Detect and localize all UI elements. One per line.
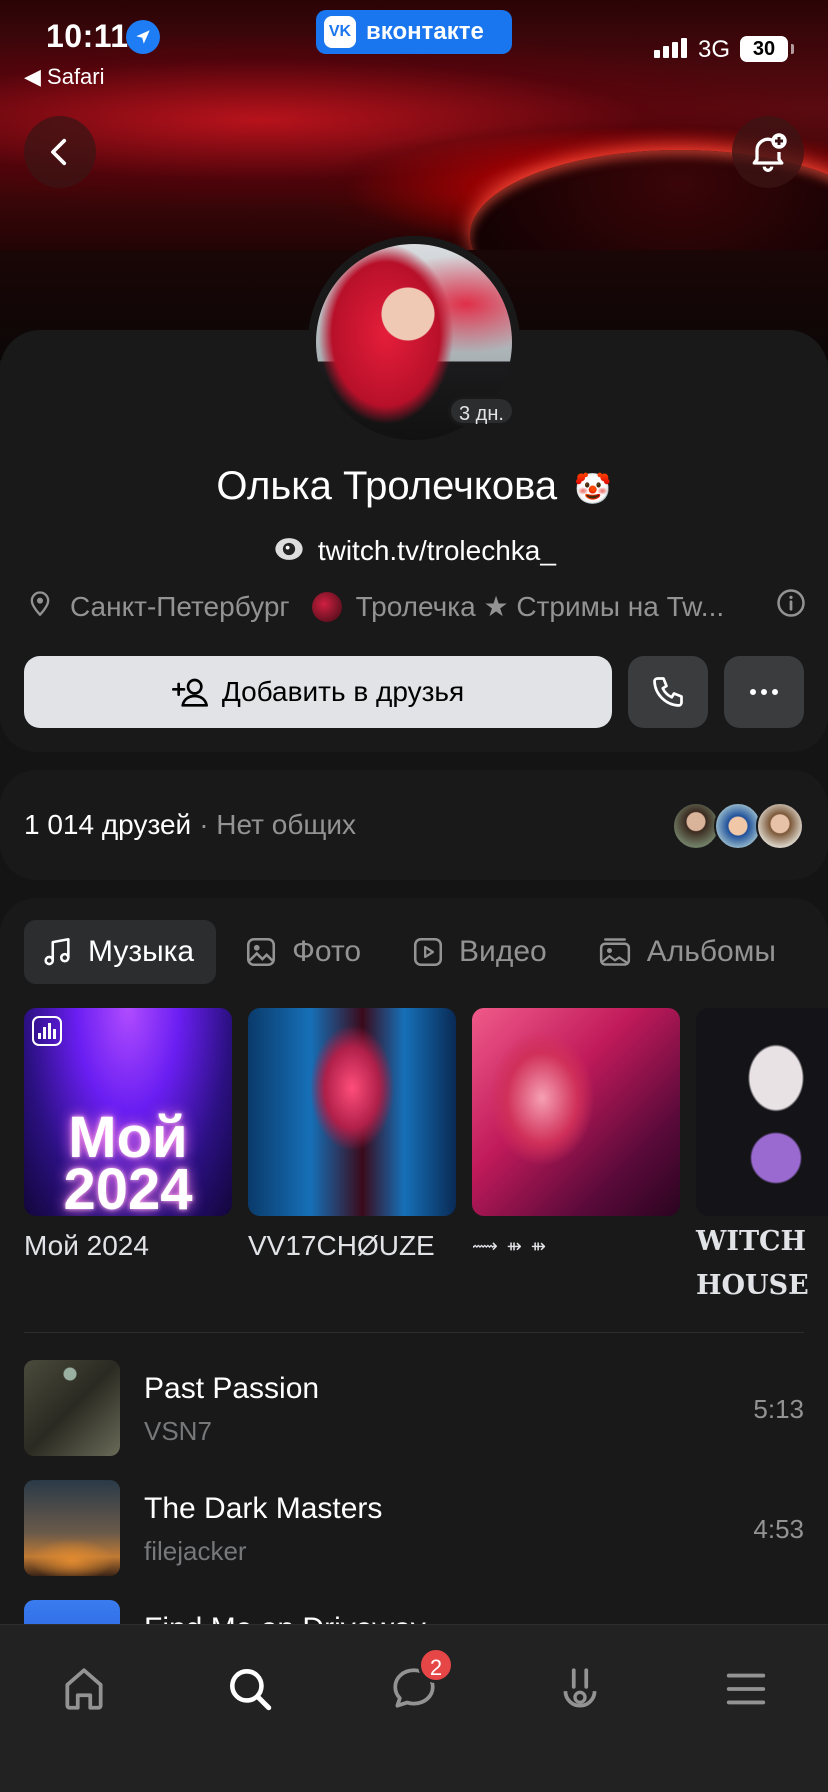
tab-photo[interactable]: Фото: [228, 920, 383, 984]
equalizer-icon: [32, 1016, 62, 1046]
track-artist[interactable]: filejacker: [144, 1536, 247, 1567]
track-artist[interactable]: VSN7: [144, 1416, 212, 1447]
add-user-icon: [171, 678, 208, 707]
divider: [24, 1332, 804, 1333]
tab-messages[interactable]: 2: [374, 1647, 454, 1729]
albums-icon: [599, 938, 630, 966]
hamburger-menu-icon: [726, 1673, 766, 1705]
tab-albums-label: Альбомы: [646, 935, 776, 968]
chevron-left-icon: [51, 138, 67, 166]
add-friend-label: Добавить в друзья: [221, 676, 465, 707]
location-arrow-icon: [126, 20, 160, 54]
vk-logo-icon: VK: [324, 16, 356, 48]
avatar: [714, 802, 762, 850]
music-note-icon: [44, 937, 70, 966]
bell-plus-icon: [752, 133, 787, 172]
more-dots-icon: [750, 689, 778, 695]
playlist-title: Мой 2024: [24, 1230, 149, 1261]
back-button[interactable]: [24, 116, 96, 188]
media-tabs: Музыка Фото Видео Альбомы: [24, 920, 798, 984]
avatar: [672, 802, 720, 850]
info-icon[interactable]: [776, 588, 806, 625]
tab-photo-label: Фото: [292, 935, 362, 968]
tab-music-label: Музыка: [88, 935, 195, 968]
media-card: Музыка Фото Видео Альбомы Мой 2024 Мой 2…: [0, 898, 828, 1658]
profile-city[interactable]: Санкт-Петербург: [70, 591, 290, 623]
friends-count: 1 014 друзей: [24, 809, 192, 840]
playlist-card[interactable]: WITCH HOUSE: [696, 1008, 828, 1308]
avatar: [756, 802, 804, 850]
clips-icon: [563, 1668, 597, 1708]
track-title: Past Passion: [144, 1372, 320, 1405]
location-pin-icon: [26, 588, 54, 625]
profile-group[interactable]: Тролечка ★ Стримы на Tw...: [356, 590, 725, 623]
playlist-cover-text: Мой 2024: [63, 1105, 193, 1217]
bottom-tab-bar: 2: [0, 1624, 828, 1792]
mutual-friends: · Нет общих: [199, 809, 357, 840]
subscribe-notifications-button[interactable]: [732, 116, 804, 188]
track-duration: 4:53: [753, 1514, 804, 1544]
call-button[interactable]: [628, 656, 708, 728]
playlist-card[interactable]: VV17CHØUZE: [248, 1008, 456, 1308]
battery-icon: 30: [740, 36, 794, 62]
playlist-cover: [248, 1008, 456, 1216]
eye-icon: [272, 534, 306, 571]
track-duration: 5:13: [753, 1394, 804, 1424]
friends-card[interactable]: 1 014 друзей · Нет общих: [0, 770, 828, 880]
profile-meta: Санкт-Петербург Тролечка ★ Стримы на Tw.…: [26, 588, 806, 625]
playlist-card[interactable]: Мой 2024 Мой 2024: [24, 1008, 232, 1308]
tab-video-label: Видео: [459, 935, 547, 968]
last-seen-badge: 3 дн.: [448, 396, 515, 426]
playlist-card[interactable]: ⟿ ⇻ ⇻: [472, 1008, 680, 1308]
search-icon: [230, 1669, 272, 1711]
back-to-safari-link[interactable]: ◀ Safari: [24, 64, 105, 90]
playlist-title: VV17CHØUZE: [248, 1230, 435, 1261]
friend-avatars: [672, 802, 804, 850]
profile-link[interactable]: twitch.tv/trolechka_: [318, 535, 556, 566]
profile-name-row: Олька Тролечкова 🤡: [0, 464, 828, 509]
messages-badge: 2: [418, 1647, 454, 1683]
photo-icon: [247, 937, 276, 967]
tab-clips[interactable]: [540, 1649, 620, 1729]
signal-icon: [654, 38, 687, 58]
profile-name: Олька Тролечкова: [216, 464, 558, 508]
track-row[interactable]: The Dark Masters filejacker 4:53: [24, 1480, 804, 1578]
playlist-title: WITCH HOUSE: [696, 1226, 809, 1301]
app-pill-label: вконтакте: [366, 18, 484, 45]
network-type: 3G: [698, 36, 731, 63]
playlist-cover: Мой 2024: [24, 1008, 232, 1216]
status-bar: 10:11 ◀ Safari VK вконтакте 3G 30: [0, 0, 828, 90]
tab-search[interactable]: [210, 1649, 290, 1729]
tab-home[interactable]: [44, 1649, 124, 1729]
more-button[interactable]: [724, 656, 804, 728]
phone-icon: [653, 677, 683, 707]
tab-menu[interactable]: [706, 1649, 786, 1729]
add-friend-button[interactable]: Добавить в друзья: [24, 656, 612, 728]
tab-video[interactable]: Видео: [395, 920, 569, 984]
playlist-title: ⟿ ⇻ ⇻: [472, 1236, 548, 1256]
group-avatar: [311, 591, 342, 622]
app-pill[interactable]: VK вконтакте: [316, 10, 512, 54]
status-link-row[interactable]: twitch.tv/trolechka_: [0, 534, 828, 571]
tab-albums[interactable]: Альбомы: [581, 920, 798, 984]
name-emoji: 🤡: [574, 473, 612, 506]
playlist-cover: [472, 1008, 680, 1216]
track-cover: [24, 1360, 120, 1456]
playlists-row: Мой 2024 Мой 2024 VV17CHØUZE ⟿ ⇻ ⇻ WITCH…: [24, 1008, 828, 1308]
status-time: 10:11: [46, 18, 129, 54]
home-icon: [65, 1668, 103, 1710]
track-row[interactable]: Past Passion VSN7 5:13: [24, 1360, 804, 1458]
track-title: The Dark Masters: [144, 1492, 383, 1525]
playlist-cover: [696, 1008, 828, 1216]
video-icon: [414, 937, 443, 967]
tab-music[interactable]: Музыка: [24, 920, 217, 984]
track-cover: [24, 1480, 120, 1576]
